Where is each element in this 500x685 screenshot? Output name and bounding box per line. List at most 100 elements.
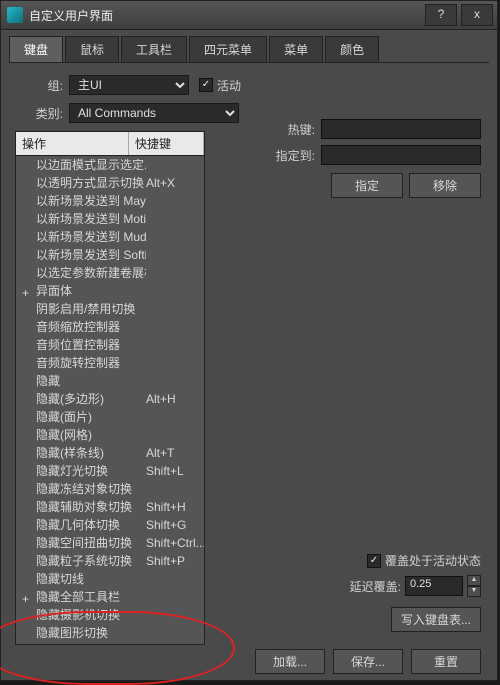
list-item-shortcut (146, 427, 196, 443)
list-item-operation: 以新场景发送到 Mud... (36, 229, 146, 245)
list-item[interactable]: + 隐藏全部工具栏 (16, 588, 204, 606)
remove-button[interactable]: 移除 (409, 173, 481, 198)
list-item[interactable]: 隐藏 (16, 372, 204, 390)
list-item[interactable]: 隐藏冻结对象切换 (16, 480, 204, 498)
expand-icon[interactable]: + (22, 285, 30, 293)
list-item[interactable]: 隐藏粒子系统切换Shift+P (16, 552, 204, 570)
window-title: 自定义用户界面 (29, 7, 425, 24)
override-panel: ✓ 覆盖处于活动状态 延迟覆盖: 0.25 ▲ ▼ 写入键盘表... (271, 552, 481, 632)
load-button[interactable]: 加载... (255, 649, 325, 674)
group-select[interactable]: 主UI (69, 75, 189, 95)
list-item-operation: 阴影启用/禁用切换 (36, 301, 146, 317)
list-item-shortcut (146, 229, 196, 245)
list-item-shortcut: Alt+X (146, 175, 196, 191)
list-item[interactable]: 隐藏几何体切换Shift+G (16, 516, 204, 534)
list-item[interactable]: 隐藏辅助对象切换Shift+H (16, 498, 204, 516)
list-item-operation: 隐藏摄影机切换 (36, 607, 146, 623)
list-item-shortcut (146, 409, 196, 425)
header-operation[interactable]: 操作 (16, 132, 129, 155)
spinner-up-icon[interactable]: ▲ (467, 575, 481, 586)
check-icon: ✓ (367, 554, 381, 568)
tab-toolbars[interactable]: 工具栏 (121, 36, 187, 62)
expand-icon[interactable]: + (22, 591, 30, 599)
assignedto-input[interactable] (321, 145, 481, 165)
hotkey-label: 热键: (261, 121, 315, 138)
list-item-operation: 隐藏灯光切换 (36, 463, 146, 479)
list-item[interactable]: 隐藏空间扭曲切换Shift+Ctrl... (16, 534, 204, 552)
list-item[interactable]: 阴影启用/禁用切换 (16, 300, 204, 318)
list-item-operation: 隐藏几何体切换 (36, 517, 146, 533)
list-item-operation: 隐藏全部工具栏 (36, 589, 146, 605)
list-item-shortcut (146, 247, 196, 263)
save-button[interactable]: 保存... (333, 649, 403, 674)
tab-menus[interactable]: 菜单 (269, 36, 323, 62)
list-item[interactable]: 音频缩放控制器 (16, 318, 204, 336)
tab-quads[interactable]: 四元菜单 (189, 36, 267, 62)
list-item-shortcut (146, 265, 196, 281)
list-item[interactable]: 以新场景发送到 Maya (16, 192, 204, 210)
list-item-shortcut (146, 157, 196, 173)
list-item[interactable]: 以边面模式显示选定... (16, 156, 204, 174)
list-item[interactable]: 以新场景发送到 Moti... (16, 210, 204, 228)
tab-strip: 键盘 鼠标 工具栏 四元菜单 菜单 颜色 (9, 36, 489, 63)
write-keyboard-button[interactable]: 写入键盘表... (391, 607, 481, 632)
action-list-header: 操作 快捷键 (15, 131, 205, 156)
override-delay-input[interactable]: 0.25 (405, 576, 463, 596)
list-item[interactable]: 隐藏(样条线)Alt+T (16, 444, 204, 462)
group-label: 组: (15, 77, 63, 94)
reset-button[interactable]: 重置 (411, 649, 481, 674)
list-item-operation: 隐藏图形切换 (36, 625, 146, 641)
list-item-operation: 隐藏(样条线) (36, 445, 146, 461)
list-item-shortcut: Alt+H (146, 391, 196, 407)
list-item[interactable]: 隐藏(多边形)Alt+H (16, 390, 204, 408)
list-item-shortcut (146, 337, 196, 353)
list-item-operation: 音频缩放控制器 (36, 319, 146, 335)
list-item[interactable]: 以新场景发送到 Mud... (16, 228, 204, 246)
hotkey-input[interactable] (321, 119, 481, 139)
category-label: 类别: (15, 105, 63, 122)
list-item-shortcut (146, 481, 196, 497)
list-item-operation: 异面体 (36, 283, 146, 299)
list-item[interactable]: 隐藏(网格) (16, 426, 204, 444)
list-item[interactable]: 以选定参数新建卷展栏 (16, 264, 204, 282)
spinner-down-icon[interactable]: ▼ (467, 586, 481, 597)
list-item-operation: 音频旋转控制器 (36, 355, 146, 371)
list-item[interactable]: 隐藏切线 (16, 570, 204, 588)
list-item-shortcut: Shift+L (146, 463, 196, 479)
help-button[interactable]: ? (425, 4, 457, 26)
titlebar: 自定义用户界面 ? x (1, 1, 497, 30)
list-item-operation: 隐藏(面片) (36, 409, 146, 425)
list-item[interactable]: 隐藏未选定对象 (16, 642, 204, 645)
assign-button[interactable]: 指定 (331, 173, 403, 198)
list-item[interactable]: 以新场景发送到 Softi... (16, 246, 204, 264)
list-item-operation: 隐藏未选定对象 (36, 643, 146, 645)
app-icon (7, 7, 23, 23)
list-item-shortcut (146, 643, 196, 645)
list-item[interactable]: 音频旋转控制器 (16, 354, 204, 372)
list-item[interactable]: 隐藏(面片) (16, 408, 204, 426)
tab-colors[interactable]: 颜色 (325, 36, 379, 62)
list-item-operation: 隐藏切线 (36, 571, 146, 587)
tab-keyboard[interactable]: 键盘 (9, 36, 63, 62)
list-item-shortcut (146, 625, 196, 641)
header-shortcut[interactable]: 快捷键 (129, 132, 204, 155)
list-item-operation: 以新场景发送到 Moti... (36, 211, 146, 227)
tab-mouse[interactable]: 鼠标 (65, 36, 119, 62)
category-select[interactable]: All Commands (69, 103, 239, 123)
active-checkbox[interactable]: ✓ 活动 (199, 77, 241, 94)
override-active-checkbox[interactable]: ✓ 覆盖处于活动状态 (367, 552, 481, 569)
hotkey-panel: 热键: 指定到: 指定 移除 (261, 119, 481, 198)
list-item[interactable]: 隐藏灯光切换Shift+L (16, 462, 204, 480)
list-item[interactable]: 隐藏图形切换 (16, 624, 204, 642)
list-item-shortcut: Shift+G (146, 517, 196, 533)
list-item-operation: 以透明方式显示切换 (36, 175, 146, 191)
list-item[interactable]: 以透明方式显示切换Alt+X (16, 174, 204, 192)
list-item[interactable]: + 异面体 (16, 282, 204, 300)
list-item-shortcut (146, 211, 196, 227)
list-item[interactable]: 音频位置控制器 (16, 336, 204, 354)
action-list[interactable]: 以边面模式显示选定...以透明方式显示切换Alt+X以新场景发送到 Maya以新… (15, 156, 205, 645)
close-button[interactable]: x (461, 4, 493, 26)
customize-ui-dialog: 自定义用户界面 ? x 键盘 鼠标 工具栏 四元菜单 菜单 颜色 组: 主UI … (0, 0, 498, 681)
list-item-operation: 以选定参数新建卷展栏 (36, 265, 146, 281)
list-item[interactable]: 隐藏摄影机切换 (16, 606, 204, 624)
